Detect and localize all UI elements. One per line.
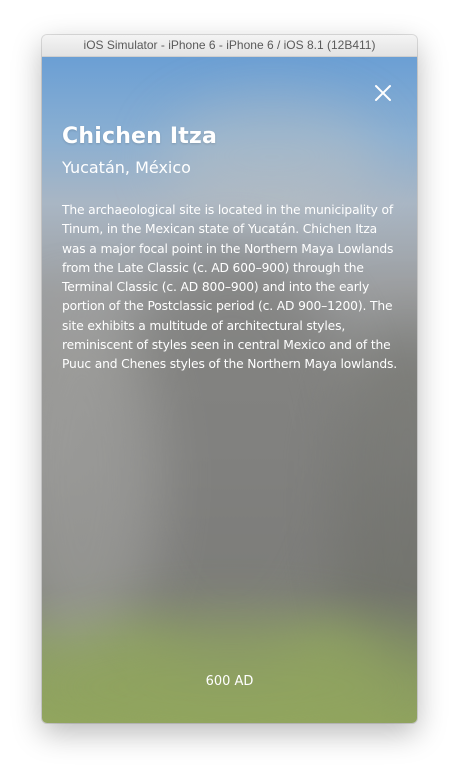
site-description: The archaeological site is located in th… [62, 203, 398, 372]
device-screen: Chichen Itza Yucatán, México The archaeo… [42, 57, 417, 723]
date-label: 600 AD [205, 674, 254, 689]
window-title-bar: iOS Simulator - iPhone 6 - iPhone 6 / iO… [42, 35, 417, 57]
window-title: iOS Simulator - iPhone 6 - iPhone 6 / iO… [83, 38, 376, 52]
simulator-window: iOS Simulator - iPhone 6 - iPhone 6 / iO… [42, 35, 417, 723]
site-title: Chichen Itza [62, 124, 218, 149]
close-button[interactable] [365, 75, 401, 111]
site-location: Yucatán, México [62, 158, 191, 177]
close-icon [375, 85, 391, 101]
